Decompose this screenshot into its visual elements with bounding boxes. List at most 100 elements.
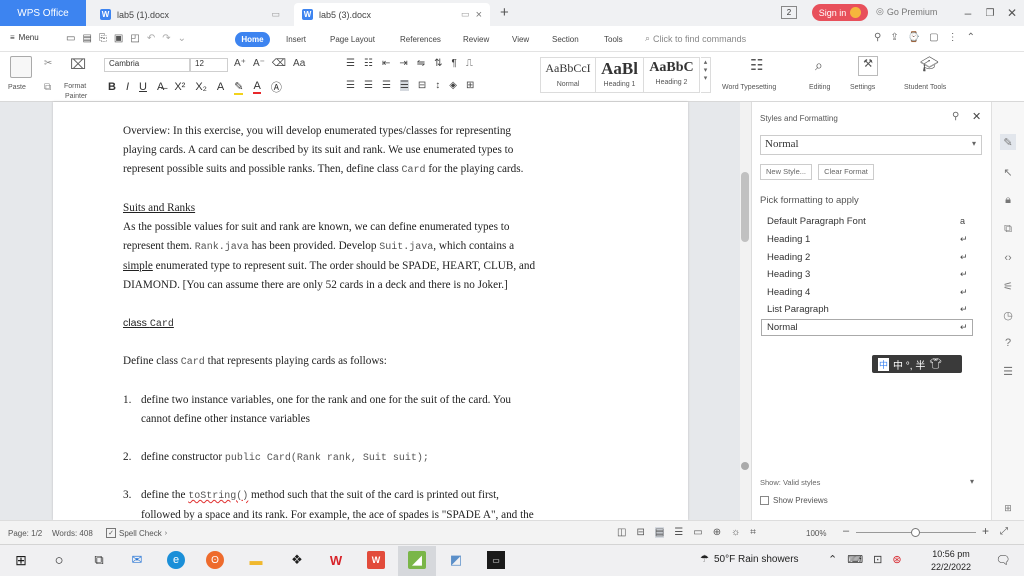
spell-check-button[interactable]: ✓ Spell Check › <box>106 528 167 538</box>
panel-layout-icon[interactable]: ⊞ <box>1000 500 1016 516</box>
student-tools-label[interactable]: Student Tools <box>904 84 946 91</box>
distribute-icon[interactable]: ⊟ <box>418 80 426 91</box>
style-item-heading-2[interactable]: Heading 2 <box>767 252 810 263</box>
strikethrough-icon[interactable]: A̶ <box>157 81 164 93</box>
bold-icon[interactable]: B <box>108 81 116 93</box>
styles-pen-icon[interactable]: ✎ <box>1000 134 1016 150</box>
windows-start-icon[interactable]: ⊞ <box>12 551 30 569</box>
share-icon[interactable]: ⚲ <box>874 32 881 43</box>
find-icon[interactable]: ⌕ <box>815 57 823 74</box>
command-search[interactable]: ⌕ Click to find commands <box>645 33 746 44</box>
word-count[interactable]: Words: 408 <box>52 529 93 538</box>
tab-tools[interactable]: Tools <box>604 35 623 44</box>
editing-label[interactable]: Editing <box>809 84 830 91</box>
tab-review[interactable]: Review <box>463 35 489 44</box>
web-layout-icon[interactable]: ▭ <box>693 527 702 538</box>
show-filter[interactable]: Show: Valid styles <box>760 478 820 487</box>
history-clock-icon[interactable]: ◷ <box>1000 307 1016 323</box>
shrink-font-icon[interactable]: A⁻ <box>253 58 265 69</box>
globe-icon[interactable]: ⊕ <box>713 527 721 538</box>
dropbox-icon[interactable]: ❖ <box>288 551 306 569</box>
comment-icon[interactable]: ▢ <box>929 32 938 43</box>
network-icon[interactable]: ⊡ <box>873 553 882 566</box>
style-heading-2[interactable]: AaBbC Heading 2 <box>644 57 700 93</box>
style-item-default-paragraph-font[interactable]: Default Paragraph Font <box>767 216 866 227</box>
firefox-icon[interactable]: ʘ <box>206 551 224 569</box>
font-size-select[interactable]: 12 <box>190 58 228 72</box>
shading-icon[interactable]: ◈ <box>449 80 457 91</box>
select-cursor-icon[interactable]: ↖ <box>1000 164 1016 180</box>
tab-window-icon[interactable]: ▭ <box>271 9 280 20</box>
scroll-thumb[interactable] <box>741 172 749 242</box>
line-spacing-icon[interactable]: ↕ <box>435 80 440 91</box>
file-explorer-icon[interactable]: ▬ <box>247 551 265 569</box>
style-item-normal[interactable]: Normal <box>767 322 798 333</box>
clear-format-button[interactable]: Clear Format <box>818 164 874 180</box>
tab-window-icon[interactable]: ▭ <box>461 9 470 20</box>
subscript-icon[interactable]: X₂ <box>195 81 207 93</box>
justify-icon[interactable]: ☰ <box>399 80 409 91</box>
wps-writer-icon[interactable]: W <box>367 551 385 569</box>
cloud-upload-icon[interactable]: ⇪ <box>890 32 898 43</box>
outline-icon[interactable]: ☰ <box>674 527 683 538</box>
fullscreen-icon[interactable]: ⤢ <box>1000 526 1008 537</box>
minimize-icon[interactable]: – <box>960 5 976 21</box>
highlight-icon[interactable]: ✎ <box>234 80 244 95</box>
print-layout-icon[interactable]: ▤ <box>654 527 665 538</box>
settings-label[interactable]: Settings <box>850 84 875 91</box>
wps-office-tab[interactable]: WPS Office <box>0 0 86 26</box>
chinese-layout-icon[interactable]: ⇋ <box>417 58 425 69</box>
current-style-select[interactable]: Normal ▾ <box>760 135 982 155</box>
task-view-icon[interactable]: ⧉ <box>90 551 108 569</box>
page-indicator[interactable]: Page: 1/2 <box>8 529 42 538</box>
style-item-heading-3[interactable]: Heading 3 <box>767 269 810 280</box>
tab-page-layout[interactable]: Page Layout <box>330 35 375 44</box>
close-panel-icon[interactable]: ✕ <box>972 110 981 123</box>
show-marks-icon[interactable]: ¶ <box>452 58 457 69</box>
more-icon[interactable]: ⋮ <box>948 32 958 43</box>
change-case-icon[interactable]: Aa <box>293 58 305 69</box>
graduation-cap-icon[interactable]: 🎓︎ <box>920 55 939 73</box>
format-painter-label-2[interactable]: Painter <box>65 93 87 100</box>
collapse-ribbon-icon[interactable]: ⌃ <box>967 32 975 43</box>
italic-icon[interactable]: I <box>126 81 129 93</box>
vertical-scrollbar[interactable] <box>740 102 751 520</box>
notification-icon[interactable]: 🗨︎ <box>994 551 1012 569</box>
style-heading-1[interactable]: AaBl Heading 1 <box>596 57 644 93</box>
borders-icon[interactable]: ⊞ <box>466 80 474 91</box>
go-premium-button[interactable]: ◎ Go Premium <box>876 6 937 17</box>
close-tab-icon[interactable]: × <box>476 9 482 21</box>
weather-widget[interactable]: ☂ 50°F Rain showers <box>700 554 799 565</box>
doc-tab-2[interactable]: W lab5 (3).docx ▭ × <box>294 3 490 26</box>
numbering-icon[interactable]: ☷ <box>364 58 373 69</box>
edge-icon[interactable]: e <box>167 551 185 569</box>
print-icon[interactable]: ▣ <box>114 33 123 44</box>
fit-page-icon[interactable]: ⌗ <box>750 527 756 538</box>
document-page[interactable]: Overview: In this exercise, you will dev… <box>53 102 688 521</box>
wps-tray-icon[interactable]: ⊛ <box>892 553 901 566</box>
clock[interactable]: 10:56 pm 22/2/2022 <box>920 548 982 574</box>
backup-icon[interactable]: ⧉ <box>1000 221 1016 237</box>
search-icon[interactable]: ○ <box>50 551 68 569</box>
pin-icon[interactable]: ⚲ <box>952 111 959 122</box>
menu-button[interactable]: ≡ Menu <box>10 33 39 42</box>
increase-indent-icon[interactable]: ⇥ <box>399 58 407 69</box>
superscript-icon[interactable]: X² <box>174 81 185 93</box>
doc-tab-1[interactable]: W lab5 (1).docx ▭ <box>92 3 288 26</box>
lock-icon[interactable]: 🔒︎ <box>1000 192 1016 208</box>
new-tab-button[interactable]: + <box>500 4 509 21</box>
align-center-icon[interactable]: ☰ <box>364 80 373 91</box>
show-filter-chevron-icon[interactable]: ▾ <box>970 477 974 486</box>
sign-in-button[interactable]: Sign in <box>812 4 868 21</box>
paste-icon[interactable] <box>10 56 32 78</box>
text-effects-icon[interactable]: A <box>217 81 224 93</box>
show-previews-checkbox[interactable]: Show Previews <box>760 496 828 505</box>
word-typesetting-label[interactable]: Word Typesetting <box>722 84 776 91</box>
mail-icon[interactable]: ✉ <box>128 551 146 569</box>
style-item-heading-4[interactable]: Heading 4 <box>767 287 810 298</box>
redo-icon[interactable]: ↷ <box>162 33 170 44</box>
word-typesetting-icon[interactable]: ☷ <box>750 56 763 74</box>
underline-icon[interactable]: U <box>139 81 147 93</box>
new-style-button[interactable]: New Style... <box>760 164 812 180</box>
export-pdf-icon[interactable]: ⎘ <box>99 33 107 44</box>
